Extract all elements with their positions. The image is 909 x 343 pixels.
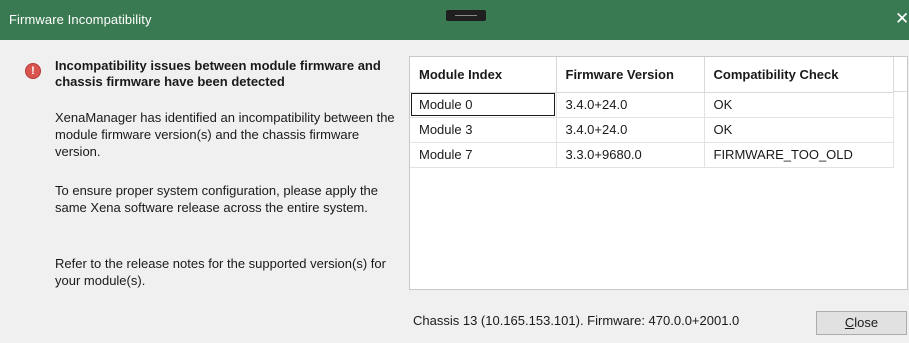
column-header-compatibility-check[interactable]: Compatibility Check [704,57,894,93]
module-grid: Module Index Firmware Version Compatibil… [410,57,894,168]
cell-module-index[interactable]: Module 0 [410,92,557,118]
grip-line [455,15,477,16]
cell-compatibility-check[interactable]: OK [704,117,894,143]
cell-firmware-version[interactable]: 3.4.0+24.0 [556,92,705,118]
table-row[interactable]: Module 3 3.4.0+24.0 OK [410,117,894,143]
message-paragraph-1: XenaManager has identified an incompatib… [55,110,395,159]
table-row[interactable]: Module 7 3.3.0+9680.0 FIRMWARE_TOO_OLD [410,142,894,168]
close-button[interactable]: Close [816,311,907,335]
window-close-icon[interactable]: ✕ [895,10,909,27]
cell-compatibility-check[interactable]: FIRMWARE_TOO_OLD [704,142,894,168]
window-title: Firmware Incompatibility [9,12,152,27]
cell-module-index[interactable]: Module 3 [410,117,557,143]
message-paragraph-2: To ensure proper system configuration, p… [55,183,379,215]
column-header-module-index[interactable]: Module Index [410,57,557,93]
title-bar: Firmware Incompatibility ✕ [0,0,909,40]
table-header-row: Module Index Firmware Version Compatibil… [410,57,894,93]
cell-firmware-version[interactable]: 3.4.0+24.0 [556,117,705,143]
close-button-accelerator: C [844,315,855,330]
column-header-firmware-version[interactable]: Firmware Version [556,57,705,93]
drag-grip-icon[interactable] [446,10,486,21]
cell-firmware-version[interactable]: 3.3.0+9680.0 [556,142,705,168]
header-filler [893,57,907,92]
message-heading: Incompatibility issues between module fi… [55,58,381,89]
cell-module-index[interactable]: Module 7 [410,142,557,168]
table-row[interactable]: Module 0 3.4.0+24.0 OK [410,92,894,118]
error-icon: ! [25,63,41,79]
module-table[interactable]: Module Index Firmware Version Compatibil… [409,56,908,290]
message-paragraph-3: Refer to the release notes for the suppo… [55,256,386,288]
cell-compatibility-check[interactable]: OK [704,92,894,118]
chassis-info: Chassis 13 (10.165.153.101). Firmware: 4… [413,313,740,328]
close-button-label: lose [854,315,879,330]
